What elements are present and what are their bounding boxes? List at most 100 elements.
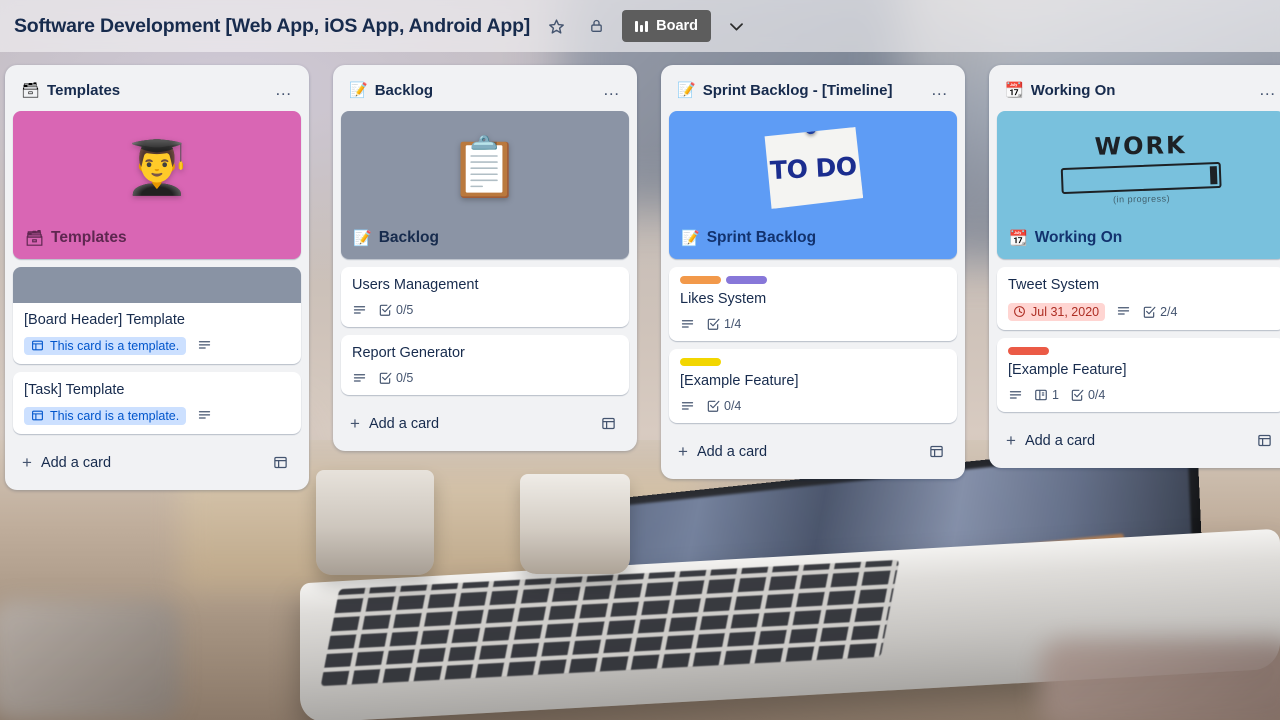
description-icon	[352, 303, 367, 318]
list-title[interactable]: Working On	[1031, 82, 1248, 99]
work-doodle: WORK (in progress)	[1060, 131, 1222, 206]
list-title[interactable]: Sprint Backlog - [Timeline]	[703, 82, 920, 99]
cards-container: 👨‍🎓 🗃 Templates [Board Header] Template …	[13, 111, 301, 434]
cover-card-title-row: 🗃 Templates	[13, 221, 301, 259]
checklist-count: 0/5	[396, 371, 414, 386]
template-badge-label: This card is a template.	[50, 408, 180, 423]
work-doodle-subtitle: (in progress)	[1112, 193, 1171, 205]
calendar-icon: 📆	[1009, 230, 1028, 247]
cards-container: 📋 📝 Backlog Users Management 0/5 Report …	[341, 111, 629, 395]
card-box-icon: 🗃	[25, 230, 45, 247]
cover-card-title: Sprint Backlog	[706, 229, 817, 246]
card-badges: This card is a template.	[24, 406, 291, 425]
list-header-backlog: 📝 Backlog …	[341, 73, 629, 111]
card-example-feature-working[interactable]: [Example Feature] 1 0/4	[997, 337, 1280, 412]
attachment-count: 1	[1052, 388, 1059, 403]
checklist-icon	[379, 305, 392, 317]
list-menu-icon[interactable]: …	[927, 79, 953, 101]
board-header: Software Development [Web App, iOS App, …	[0, 0, 1280, 52]
cover-card-working-on[interactable]: WORK (in progress) 📆 Working On	[997, 111, 1280, 259]
list-title[interactable]: Templates	[47, 82, 264, 99]
add-card-button-sprint-backlog[interactable]: + Add a card	[669, 429, 957, 471]
list-menu-icon[interactable]: …	[1255, 79, 1280, 101]
checklist-count: 0/5	[396, 303, 414, 318]
cover-card-title-row: 📝 Sprint Backlog	[669, 221, 957, 259]
checklist-icon	[1143, 306, 1156, 318]
list-header-templates: 🗃 Templates …	[13, 73, 301, 111]
board-view-label: Board	[656, 18, 699, 34]
card-title: [Board Header] Template	[24, 312, 185, 328]
card-task-template[interactable]: [Task] Template This card is a template.	[13, 371, 301, 434]
create-from-template-icon[interactable]	[1251, 428, 1277, 454]
checklist-count: 0/4	[724, 399, 742, 414]
cover-card-templates[interactable]: 👨‍🎓 🗃 Templates	[13, 111, 301, 259]
checklist-badge: 0/5	[378, 303, 413, 317]
star-icon[interactable]	[542, 12, 570, 40]
board-card-icon	[1035, 389, 1047, 401]
checklist-icon	[1071, 389, 1084, 402]
board-view-button[interactable]: Board	[622, 10, 712, 42]
board-title: Software Development [Web App, iOS App, …	[14, 14, 531, 37]
cover-card-sprint-backlog[interactable]: TO DO 📝 Sprint Backlog	[669, 111, 957, 259]
card-badges: This card is a template.	[24, 336, 291, 355]
checklist-count: 1/4	[724, 317, 742, 332]
list-sprint-backlog: 📝 Sprint Backlog - [Timeline] … TO DO 📝 …	[661, 65, 965, 479]
clock-icon	[1014, 306, 1025, 318]
card-badges: 0/5	[352, 371, 619, 386]
attachment-badge: 1	[1034, 388, 1059, 402]
due-date-label: Jul 31, 2020	[1031, 304, 1100, 319]
memo-icon: 📝	[681, 230, 700, 247]
list-header-working-on: 📆 Working On …	[997, 73, 1280, 111]
label-yellow[interactable]	[680, 357, 721, 366]
due-date-badge[interactable]: Jul 31, 2020	[1008, 302, 1106, 321]
list-header-sprint-backlog: 📝 Sprint Backlog - [Timeline] …	[669, 73, 957, 111]
card-users-management[interactable]: Users Management 0/5	[341, 267, 629, 327]
plus-icon: +	[22, 453, 32, 473]
description-icon	[197, 408, 212, 423]
card-example-feature-sprint[interactable]: [Example Feature] 0/4	[669, 348, 957, 423]
create-from-template-icon[interactable]	[267, 450, 293, 476]
calendar-icon: 📆	[1005, 81, 1024, 99]
label-red[interactable]	[1008, 346, 1049, 355]
lock-icon[interactable]	[582, 12, 610, 40]
label-orange[interactable]	[680, 276, 721, 284]
card-badges: 1/4	[680, 317, 947, 332]
memo-icon: 📝	[353, 230, 372, 247]
label-purple[interactable]	[726, 276, 767, 284]
professor-emoji: 👨‍🎓	[124, 139, 190, 197]
checklist-icon	[379, 372, 392, 385]
memo-icon: 📝	[677, 81, 696, 99]
card-badges: 0/4	[680, 399, 947, 414]
description-icon	[1008, 388, 1023, 403]
list-backlog: 📝 Backlog … 📋 📝 Backlog Users Management	[333, 65, 637, 451]
cover-card-title-row: 📝 Backlog	[341, 221, 629, 259]
chevron-down-icon[interactable]	[723, 13, 749, 39]
checklist-badge: 2/4	[1142, 305, 1178, 319]
list-working-on: 📆 Working On … WORK (in progress) 📆 Work…	[989, 65, 1280, 468]
list-menu-icon[interactable]: …	[271, 79, 297, 101]
add-card-button-working-on[interactable]: + Add a card	[997, 418, 1280, 460]
card-title: [Example Feature]	[1008, 361, 1127, 378]
checklist-badge: 0/4	[1070, 388, 1105, 402]
card-title: Tweet System	[1008, 277, 1100, 293]
card-likes-system[interactable]: Likes System 1/4	[669, 267, 957, 341]
cover-card-title: Backlog	[378, 229, 439, 246]
card-title: Report Generator	[352, 344, 465, 361]
card-board-header-template[interactable]: [Board Header] Template This card is a t…	[13, 267, 301, 364]
card-labels	[680, 357, 947, 366]
create-from-template-icon[interactable]	[923, 439, 949, 465]
card-badges: 0/5	[352, 303, 619, 318]
list-title[interactable]: Backlog	[375, 82, 592, 99]
add-card-button-templates[interactable]: + Add a card	[13, 440, 301, 482]
add-card-button-backlog[interactable]: + Add a card	[341, 401, 629, 443]
clipboard-emoji: 📋	[448, 135, 522, 200]
card-title: Users Management	[352, 277, 479, 293]
list-menu-icon[interactable]: …	[599, 79, 625, 101]
card-tweet-system[interactable]: Tweet System Jul 31, 2020 2/4	[997, 267, 1280, 330]
cover-card-backlog[interactable]: 📋 📝 Backlog	[341, 111, 629, 259]
memo-icon: 📝	[349, 81, 368, 99]
create-from-template-icon[interactable]	[595, 411, 621, 437]
card-report-generator[interactable]: Report Generator 0/5	[341, 334, 629, 395]
cover-card-title: Templates	[51, 229, 127, 246]
sticky-note: TO DO	[762, 127, 863, 210]
